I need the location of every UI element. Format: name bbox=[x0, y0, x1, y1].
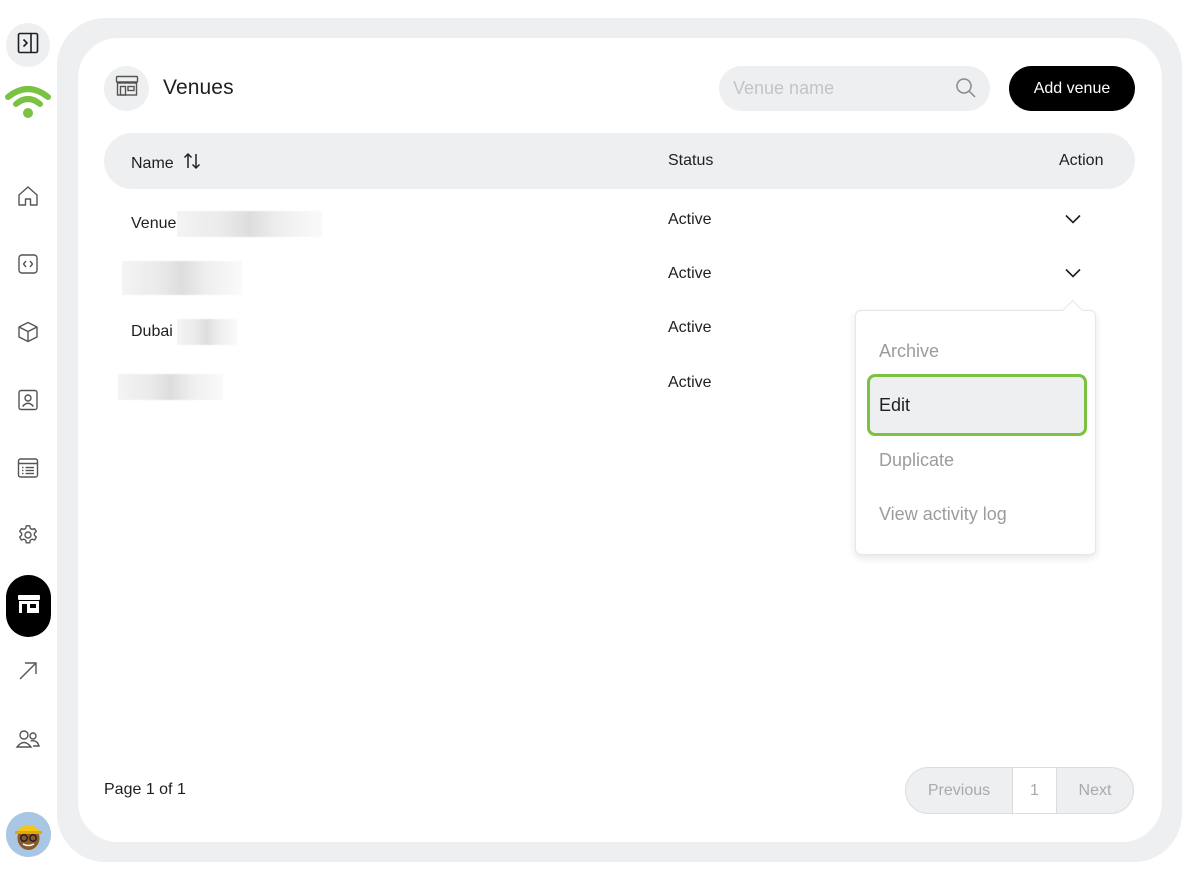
sort-icon[interactable] bbox=[182, 151, 202, 176]
sidebar-toggle-button[interactable] bbox=[6, 23, 50, 67]
chevron-down-icon bbox=[1064, 212, 1082, 230]
menu-item-archive[interactable]: Archive bbox=[867, 320, 1087, 382]
next-page-button[interactable]: Next bbox=[1057, 768, 1133, 813]
page-title: Venues bbox=[163, 76, 234, 99]
contact-card-icon bbox=[16, 388, 40, 417]
page-title-icon-wrap bbox=[104, 66, 149, 111]
chevron-down-icon bbox=[1064, 266, 1082, 284]
storefront-icon bbox=[16, 592, 42, 621]
pagination: Previous 1 Next bbox=[905, 767, 1134, 814]
arrow-up-right-icon bbox=[16, 659, 40, 688]
wifi-logo-icon bbox=[5, 83, 51, 126]
redacted-text bbox=[176, 319, 237, 345]
status-text: Active bbox=[668, 374, 712, 391]
search-icon[interactable] bbox=[955, 77, 977, 104]
sidebar bbox=[0, 0, 56, 880]
venue-name-cell bbox=[118, 374, 223, 400]
brand-logo[interactable] bbox=[5, 84, 51, 124]
sidebar-item-analytics[interactable] bbox=[6, 651, 50, 695]
venue-name-cell bbox=[122, 261, 242, 295]
previous-page-button[interactable]: Previous bbox=[906, 768, 1012, 813]
column-header-name-label: Name bbox=[131, 154, 174, 172]
sidebar-item-settings[interactable] bbox=[6, 515, 50, 559]
page-number-button[interactable]: 1 bbox=[1012, 768, 1057, 813]
menu-item-edit[interactable]: Edit bbox=[867, 374, 1087, 436]
menu-item-duplicate[interactable]: Duplicate bbox=[867, 429, 1087, 491]
row-action-toggle[interactable] bbox=[1059, 262, 1087, 288]
sidebar-item-users[interactable] bbox=[6, 719, 50, 763]
page-indicator: Page 1 of 1 bbox=[104, 781, 186, 798]
storefront-icon bbox=[114, 74, 140, 103]
table-row[interactable]: Active bbox=[104, 255, 1135, 295]
search-input[interactable] bbox=[733, 78, 943, 99]
row-action-toggle[interactable] bbox=[1059, 208, 1087, 234]
sidebar-item-code[interactable] bbox=[6, 244, 50, 288]
column-header-action: Action bbox=[1059, 152, 1104, 169]
status-text: Active bbox=[668, 211, 712, 228]
table-header: Name Status Action bbox=[104, 133, 1135, 189]
sidebar-item-reports[interactable] bbox=[6, 448, 50, 492]
list-document-icon bbox=[16, 456, 40, 485]
venue-name: Venue bbox=[131, 215, 177, 232]
users-icon bbox=[15, 727, 41, 756]
column-header-name[interactable]: Name bbox=[131, 151, 202, 176]
sidebar-item-home[interactable] bbox=[6, 176, 50, 220]
home-icon bbox=[16, 184, 40, 213]
menu-item-view-activity-log[interactable]: View activity log bbox=[867, 483, 1087, 545]
redacted-text bbox=[118, 374, 223, 400]
status-text: Active bbox=[668, 319, 712, 336]
sidebar-item-venues[interactable] bbox=[6, 575, 51, 637]
cube-icon bbox=[16, 320, 40, 349]
table-row[interactable]: Venue Active bbox=[104, 201, 1135, 241]
venue-name-cell: Dubai bbox=[131, 319, 237, 345]
add-venue-button[interactable]: Add venue bbox=[1009, 66, 1135, 111]
venue-name: Dubai bbox=[131, 323, 173, 340]
redacted-text bbox=[122, 261, 242, 295]
search-box[interactable] bbox=[719, 66, 990, 111]
sidebar-item-contacts[interactable] bbox=[6, 380, 50, 424]
status-text: Active bbox=[668, 265, 712, 282]
redacted-text bbox=[177, 211, 323, 237]
code-icon bbox=[16, 252, 40, 281]
venue-name-cell: Venue bbox=[131, 211, 323, 237]
column-header-status: Status bbox=[668, 152, 714, 169]
gear-icon bbox=[16, 523, 40, 552]
row-action-menu: Archive Edit Duplicate View activity log bbox=[855, 310, 1096, 555]
user-avatar[interactable] bbox=[6, 812, 51, 857]
sidebar-item-products[interactable] bbox=[6, 312, 50, 356]
sidebar-expand-icon bbox=[16, 31, 40, 60]
